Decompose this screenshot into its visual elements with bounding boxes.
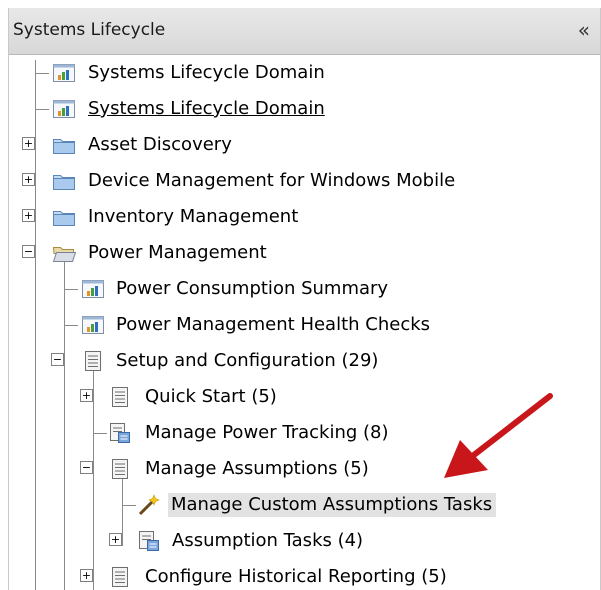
tree-line [35,109,49,110]
collapse-toggle[interactable]: − [80,461,93,474]
tree-item-power-management[interactable]: Power Management [88,241,267,265]
expand-toggle[interactable]: + [80,569,93,582]
tree-item-quick-start[interactable]: Quick Start (5) [145,385,277,409]
tree-item-systems-lifecycle-domain-link[interactable]: Systems Lifecycle Domain [88,97,325,121]
tree-line [35,73,49,74]
tree-line [93,370,94,590]
chart-report-icon [53,100,75,118]
tree-item-power-consumption-summary[interactable]: Power Consumption Summary [116,277,388,301]
tree-item-manage-power-tracking[interactable]: Manage Power Tracking (8) [145,421,389,445]
annotation-arrow [444,393,553,478]
tree-item-systems-lifecycle-domain[interactable]: Systems Lifecycle Domain [88,61,325,85]
list-icon [85,351,101,371]
tree-line [64,325,78,326]
tree-item-inventory-management[interactable]: Inventory Management [88,205,298,229]
chart-report-icon [82,316,104,334]
collapse-toggle[interactable]: − [22,245,35,258]
tree-line [122,505,136,506]
tree-item-power-management-health-checks[interactable]: Power Management Health Checks [116,313,430,337]
tree-line [64,289,78,290]
tree-item-configure-historical-reporting[interactable]: Configure Historical Reporting (5) [145,565,447,589]
task-list-icon [110,423,130,443]
tree-item-manage-assumptions[interactable]: Manage Assumptions (5) [145,457,369,481]
tree-item-assumption-tasks[interactable]: Assumption Tasks (4) [172,529,363,553]
expand-toggle[interactable]: + [22,137,35,150]
tree-item-device-management[interactable]: Device Management for Windows Mobile [88,169,455,193]
tree-line [122,478,123,546]
folder-open-icon [52,247,76,262]
folder-icon [53,175,75,190]
tree-line [93,433,107,434]
folder-icon [53,139,75,154]
tree-item-asset-discovery[interactable]: Asset Discovery [88,133,232,157]
tree-item-setup-and-configuration[interactable]: Setup and Configuration (29) [116,349,378,373]
collapse-toggle[interactable]: − [51,353,64,366]
expand-toggle[interactable]: + [109,533,122,546]
expand-toggle[interactable]: + [22,173,35,186]
list-icon [112,387,128,407]
tree-item-manage-custom-assumptions-tasks[interactable]: Manage Custom Assumptions Tasks [168,493,497,517]
wand-icon [138,494,160,516]
list-icon [112,459,128,479]
chart-report-icon [53,64,75,82]
tree-line [35,60,36,590]
list-icon [112,567,128,587]
task-list-icon [139,531,159,551]
expand-toggle[interactable]: + [22,209,35,222]
tree-view: + + + − − + − + + Systems Lifecycle Doma… [0,0,591,590]
expand-toggle[interactable]: + [80,389,93,402]
chart-report-icon [82,280,104,298]
folder-icon [53,211,75,226]
tree-line [64,262,65,590]
